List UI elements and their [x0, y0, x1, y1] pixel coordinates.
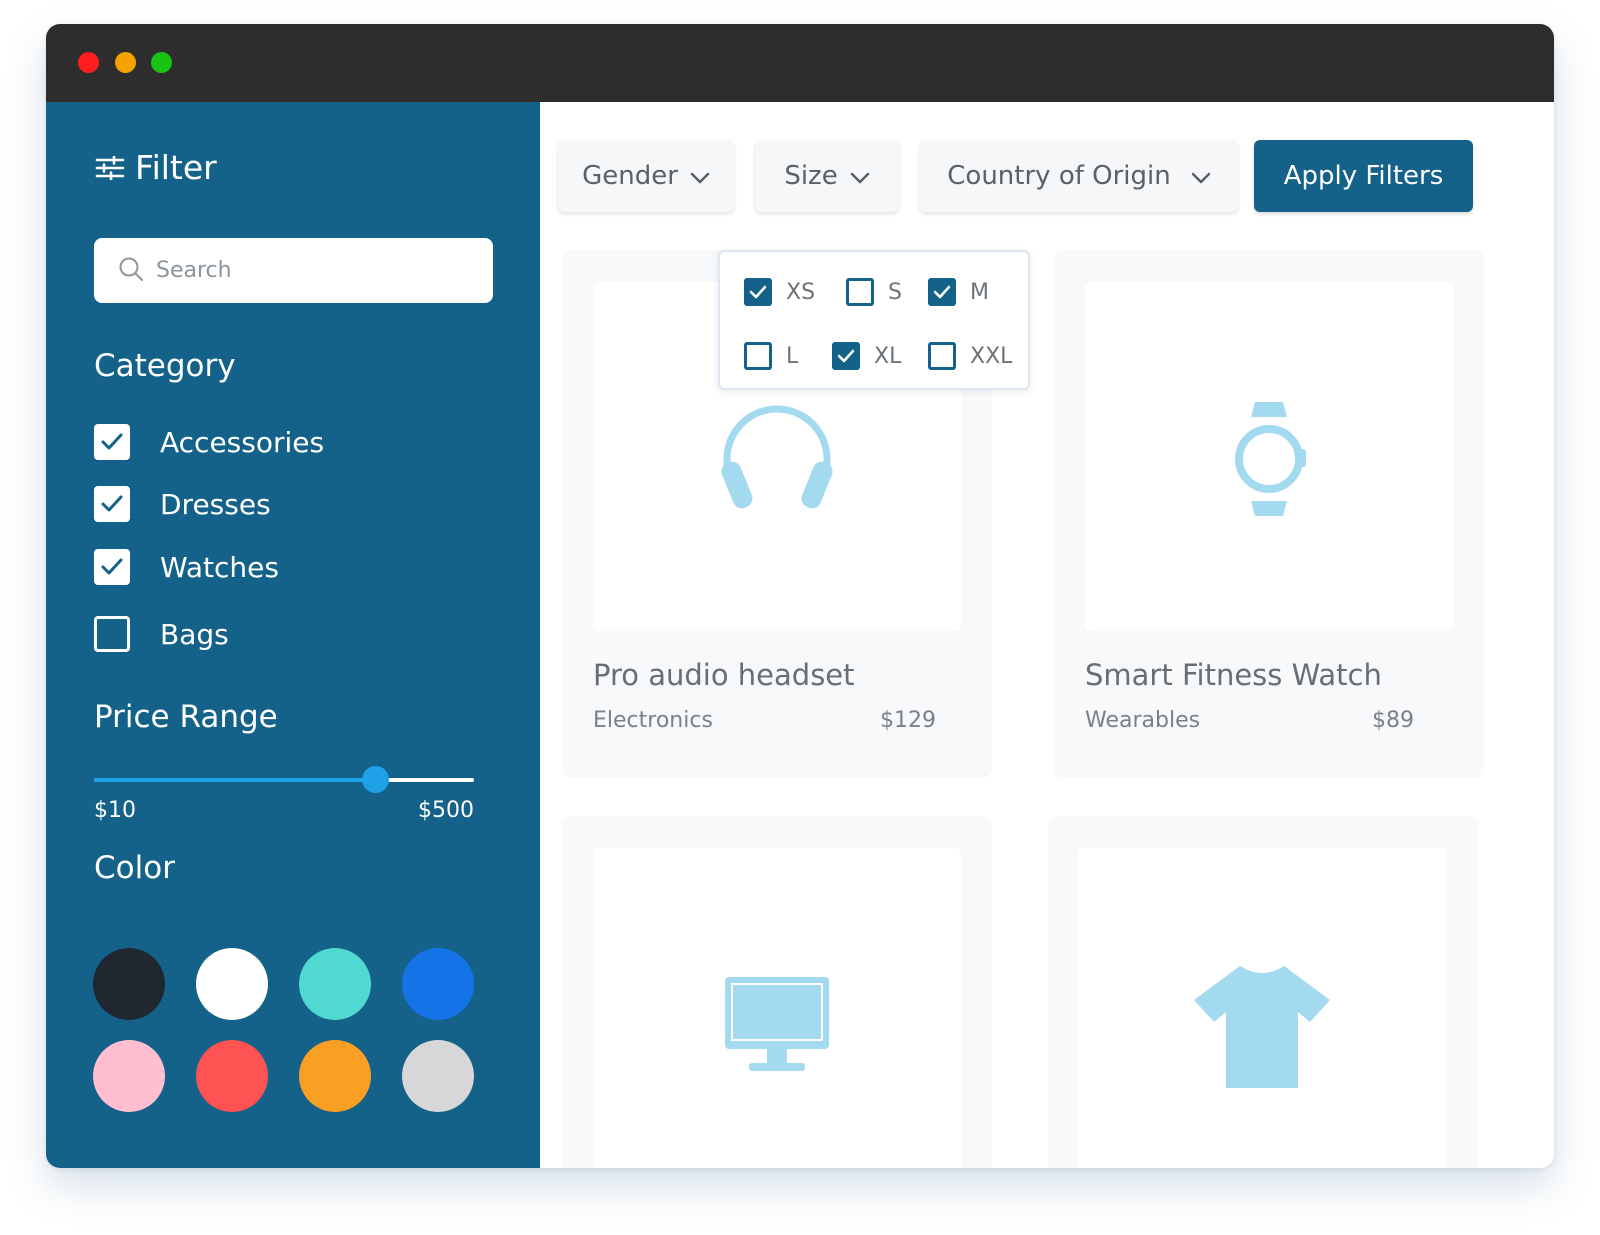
gender-label: Gender: [582, 161, 678, 191]
size-option-s[interactable]: S: [846, 278, 902, 306]
size-dropdown-menu: XS S M L XL XXL: [718, 250, 1030, 390]
product-name: Smart Fitness Watch: [1085, 658, 1382, 692]
category-label: Watches: [160, 550, 279, 584]
product-name: Pro audio headset: [593, 658, 855, 692]
tshirt-icon: [1192, 960, 1332, 1094]
headphones-icon: [717, 399, 837, 523]
product-card[interactable]: Smart Fitness Watch Wearables $89: [1054, 250, 1484, 778]
chevron-down-icon: [690, 161, 710, 191]
size-option-label: XL: [874, 343, 902, 369]
product-price: $129: [880, 708, 936, 733]
color-swatch-pink[interactable]: [93, 1040, 165, 1112]
checkbox-unchecked[interactable]: [94, 616, 130, 652]
checkbox-unchecked[interactable]: [928, 342, 956, 370]
size-option-xs[interactable]: XS: [744, 278, 815, 306]
search-box[interactable]: [94, 238, 493, 303]
color-swatch-white[interactable]: [196, 948, 268, 1020]
product-image: [1078, 848, 1446, 1168]
browser-window: Filter Category Accessories Dresses: [46, 24, 1554, 1168]
price-range-heading: Price Range: [94, 699, 278, 735]
category-label: Dresses: [160, 487, 271, 521]
country-dropdown[interactable]: Country of Origin: [920, 140, 1238, 212]
price-slider-track[interactable]: [94, 766, 474, 793]
size-option-label: S: [888, 279, 902, 305]
monitor-icon: [723, 975, 831, 1079]
price-slider-handle[interactable]: [362, 766, 390, 793]
size-option-m[interactable]: M: [928, 278, 989, 306]
color-swatch-gray[interactable]: [402, 1040, 474, 1112]
sliders-icon: [95, 155, 125, 180]
checkbox-unchecked[interactable]: [744, 342, 772, 370]
color-swatch-red[interactable]: [196, 1040, 268, 1112]
category-heading: Category: [94, 348, 236, 384]
minimize-window-button[interactable]: [115, 52, 136, 73]
checkbox-checked[interactable]: [94, 549, 130, 585]
price-slider-fill: [94, 778, 376, 782]
search-input[interactable]: [156, 258, 456, 283]
price-max-label: $500: [418, 798, 474, 823]
checkbox-checked[interactable]: [94, 424, 130, 460]
checkbox-checked[interactable]: [928, 278, 956, 306]
category-label: Accessories: [160, 425, 325, 459]
product-category: Wearables: [1085, 708, 1201, 733]
category-item-accessories[interactable]: Accessories: [94, 424, 324, 460]
gender-dropdown[interactable]: Gender: [558, 140, 734, 212]
apply-filters-button[interactable]: Apply Filters: [1254, 140, 1473, 212]
size-option-label: M: [970, 279, 989, 305]
size-dropdown[interactable]: Size: [755, 140, 899, 212]
product-image: [593, 848, 961, 1168]
color-heading: Color: [94, 850, 175, 886]
size-option-label: XS: [786, 279, 816, 305]
checkbox-checked[interactable]: [832, 342, 860, 370]
checkbox-checked[interactable]: [744, 278, 772, 306]
product-image: [1085, 282, 1453, 631]
color-swatch-teal[interactable]: [299, 948, 371, 1020]
color-swatch-dark[interactable]: [93, 948, 165, 1020]
product-card[interactable]: [1048, 816, 1478, 1168]
size-option-xxl[interactable]: XXL: [928, 342, 1012, 370]
price-min-label: $10: [94, 798, 136, 823]
smartwatch-icon: [1229, 399, 1309, 523]
color-swatch-blue[interactable]: [402, 948, 474, 1020]
chevron-down-icon: [850, 161, 870, 191]
product-price: $89: [1372, 708, 1414, 733]
product-card[interactable]: [562, 816, 992, 1168]
search-icon: [118, 256, 144, 286]
checkbox-unchecked[interactable]: [846, 278, 874, 306]
maximize-window-button[interactable]: [151, 52, 172, 73]
category-item-dresses[interactable]: Dresses: [94, 486, 271, 522]
size-label: Size: [784, 161, 838, 191]
size-option-xl[interactable]: XL: [832, 342, 901, 370]
size-option-label: L: [786, 343, 799, 369]
filter-title: Filter: [135, 148, 217, 187]
product-category: Electronics: [593, 708, 713, 733]
chevron-down-icon: [1191, 161, 1211, 191]
filter-header: Filter: [95, 148, 217, 187]
product-area: Gender Size Country of Origin Apply Filt…: [540, 102, 1554, 1168]
title-bar: [46, 24, 1554, 102]
checkbox-checked[interactable]: [94, 486, 130, 522]
close-window-button[interactable]: [78, 52, 99, 73]
filter-sidebar: Filter Category Accessories Dresses: [46, 102, 540, 1168]
color-swatch-orange[interactable]: [299, 1040, 371, 1112]
category-item-watches[interactable]: Watches: [94, 549, 279, 585]
category-label: Bags: [160, 617, 229, 651]
country-label: Country of Origin: [947, 161, 1171, 191]
size-option-l[interactable]: L: [744, 342, 798, 370]
category-item-bags[interactable]: Bags: [94, 616, 229, 652]
size-option-label: XXL: [970, 343, 1013, 369]
